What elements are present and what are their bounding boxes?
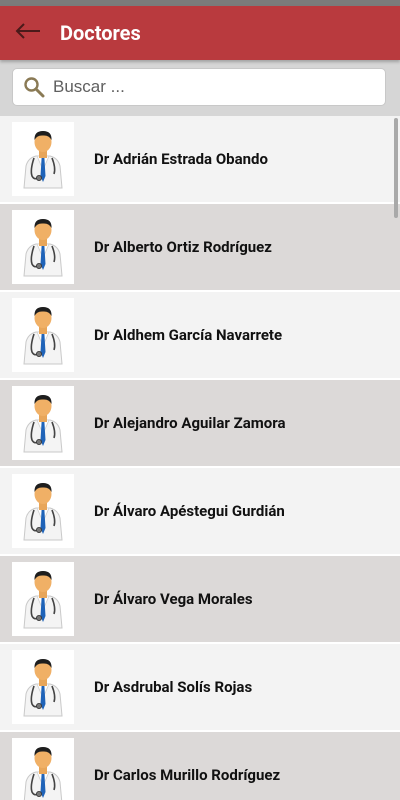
doctor-avatar-icon — [12, 298, 74, 372]
doctor-list-item[interactable]: Dr Alberto Ortiz Rodríguez — [0, 204, 400, 292]
doctor-name: Dr Asdrubal Solís Rojas — [94, 678, 253, 696]
search-bar-container — [0, 60, 400, 116]
doctor-name: Dr Álvaro Vega Morales — [94, 590, 253, 608]
search-box[interactable] — [12, 68, 386, 106]
page-title: Doctores — [60, 21, 141, 45]
doctor-list-item[interactable]: Dr Carlos Murillo Rodríguez — [0, 732, 400, 800]
doctor-list-item[interactable]: Dr Adrián Estrada Obando — [0, 116, 400, 204]
doctor-avatar-icon — [12, 562, 74, 636]
search-icon — [23, 76, 45, 98]
doctor-list-item[interactable]: Dr Alejandro Aguilar Zamora — [0, 380, 400, 468]
doctor-name: Dr Carlos Murillo Rodríguez — [94, 766, 281, 784]
doctor-list-item[interactable]: Dr Aldhem García Navarrete — [0, 292, 400, 380]
back-button[interactable] — [0, 6, 56, 60]
doctor-name: Dr Alejandro Aguilar Zamora — [94, 414, 286, 432]
arrow-left-icon — [14, 22, 42, 44]
doctor-list-item[interactable]: Dr Álvaro Vega Morales — [0, 556, 400, 644]
doctor-name: Dr Aldhem García Navarrete — [94, 326, 283, 344]
doctor-avatar-icon — [12, 738, 74, 800]
doctor-list-item[interactable]: Dr Álvaro Apéstegui Gurdián — [0, 468, 400, 556]
doctor-avatar-icon — [12, 650, 74, 724]
doctor-avatar-icon — [12, 122, 74, 196]
app-bar: Doctores — [0, 6, 400, 60]
doctor-avatar-icon — [12, 474, 74, 548]
doctor-list-item[interactable]: Dr Asdrubal Solís Rojas — [0, 644, 400, 732]
doctor-avatar-icon — [12, 210, 74, 284]
doctor-name: Dr Adrián Estrada Obando — [94, 150, 268, 168]
doctor-list: Dr Adrián Estrada Obando Dr Alberto Orti… — [0, 116, 400, 800]
doctor-name: Dr Álvaro Apéstegui Gurdián — [94, 502, 285, 520]
doctor-avatar-icon — [12, 386, 74, 460]
scrollbar[interactable] — [394, 118, 398, 218]
doctor-name: Dr Alberto Ortiz Rodríguez — [94, 238, 272, 256]
search-input[interactable] — [53, 72, 353, 102]
